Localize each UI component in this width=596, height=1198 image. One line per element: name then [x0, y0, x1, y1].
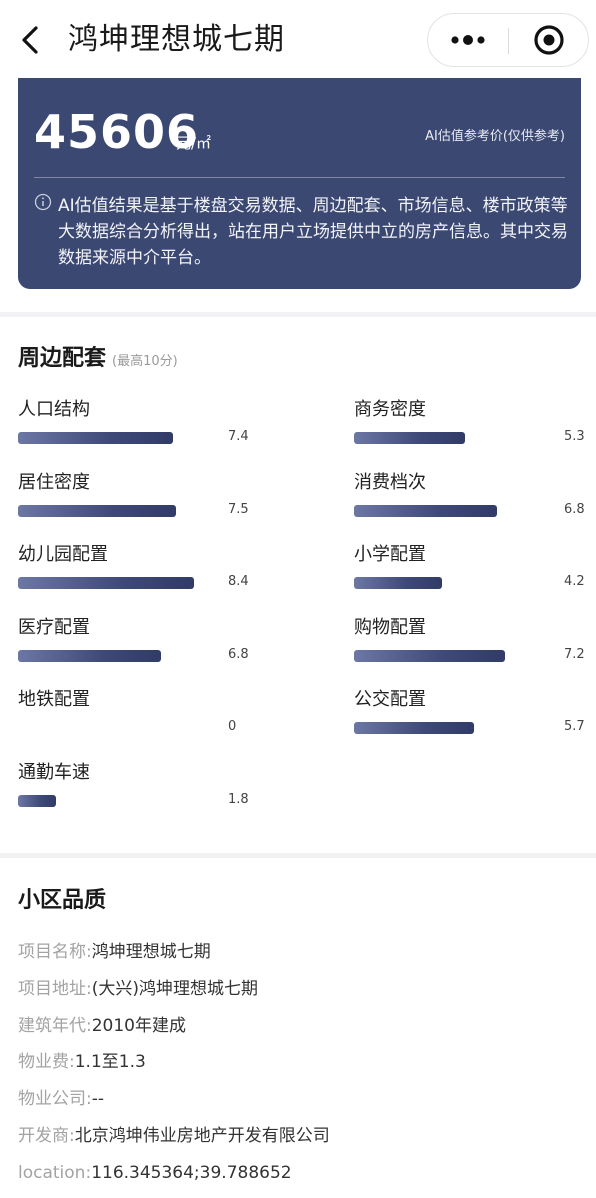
amenity-metric: 地铁配置 0 [18, 688, 258, 758]
quality-row: 建筑年代:2010年建成 [18, 1014, 186, 1038]
back-button[interactable] [14, 18, 50, 62]
close-button[interactable] [509, 14, 589, 68]
valuation-note: AI估值结果是基于楼盘交易数据、周边配套、市场信息、楼市政策等大数据综合分析得出… [58, 196, 568, 268]
amenity-metric: 购物配置 7.2 [354, 616, 594, 686]
amenity-score-value: 6.8 [564, 501, 585, 517]
amenity-label: 居住密度 [18, 471, 90, 493]
nav-bar: 鸿坤理想城七期 [0, 0, 596, 80]
price-value: 45606 [34, 105, 200, 159]
quality-value: 1.1至1.3 [74, 1052, 146, 1073]
quality-key: 建筑年代: [18, 1015, 92, 1036]
amenity-metric: 人口结构 7.4 [18, 398, 258, 468]
quality-row: 物业公司:-- [18, 1087, 104, 1111]
quality-row: 开发商:北京鸿坤伟业房地产开发有限公司 [18, 1124, 330, 1148]
chevron-left-icon [22, 26, 38, 54]
amenity-score-bar [354, 432, 465, 444]
quality-key: 开发商: [18, 1126, 75, 1146]
amenities-title: 周边配套 (最高10分) [18, 344, 178, 377]
amenity-metric: 公交配置 5.7 [354, 688, 594, 758]
quality-row: 项目地址:(大兴)鸿坤理想城七期 [18, 977, 258, 1001]
amenity-label: 公交配置 [354, 689, 426, 710]
section-separator [0, 312, 596, 317]
amenity-label: 消费档次 [354, 471, 426, 493]
amenity-metric: 小学配置 4.2 [354, 543, 594, 613]
quality-title: 小区品质 [18, 888, 107, 913]
amenity-score-value: 7.4 [228, 429, 249, 444]
amenity-score-value: 4.2 [564, 574, 585, 589]
section-separator [0, 853, 596, 858]
amenities-title-text: 周边配套 [18, 346, 107, 371]
amenity-score-bar [18, 432, 173, 444]
quality-row: 物业费:1.1至1.3 [18, 1050, 146, 1074]
quality-value: 北京鸿坤伟业房地产开发有限公司 [74, 1126, 330, 1146]
amenity-label: 地铁配置 [18, 689, 90, 710]
amenity-metric: 幼儿园配置 8.4 [18, 543, 258, 613]
amenity-score-value: 7.5 [228, 501, 249, 517]
amenity-label: 幼儿园配置 [18, 544, 108, 565]
amenity-metric: 医疗配置 6.8 [18, 616, 258, 686]
amenity-metric: 居住密度 7.5 [18, 471, 258, 541]
more-dots-icon [451, 35, 485, 45]
quality-value: 鸿坤理想城七期 [91, 942, 211, 962]
quality-value: 2010年建成 [91, 1015, 186, 1036]
amenity-score-bar [18, 577, 194, 589]
mini-program-capsule [427, 13, 589, 67]
quality-key: 项目地址: [18, 978, 92, 999]
quality-key: 项目名称: [18, 942, 92, 962]
amenity-score-value: 7.2 [564, 646, 585, 662]
amenity-label: 通勤车速 [18, 761, 90, 783]
amenity-metric: 通勤车速 1.8 [18, 761, 258, 831]
amenity-label: 小学配置 [354, 544, 426, 565]
amenity-score-bar [354, 504, 497, 517]
amenity-score-value: 8.4 [228, 574, 249, 589]
amenity-score-value: 5.7 [564, 719, 585, 734]
quality-row: 项目名称:鸿坤理想城七期 [18, 940, 211, 964]
page-title: 鸿坤理想城七期 [68, 22, 285, 57]
amenity-score-bar [354, 649, 505, 662]
card-divider [34, 177, 565, 178]
amenity-score-bar [18, 794, 56, 807]
quality-value: 116.345364;39.788652 [91, 1162, 292, 1183]
quality-value: -- [91, 1089, 105, 1110]
amenity-score-value: 0 [228, 719, 237, 734]
amenity-score-bar [354, 722, 474, 734]
amenity-score-bar [354, 577, 442, 589]
amenity-label: 人口结构 [18, 399, 90, 420]
quality-key: location: [18, 1162, 92, 1183]
amenity-label: 医疗配置 [18, 616, 90, 638]
quality-key: 物业公司: [18, 1089, 92, 1110]
amenity-score-bar [18, 649, 161, 662]
amenity-label: 购物配置 [354, 616, 426, 638]
info-icon [34, 193, 52, 211]
target-circle-icon [534, 25, 564, 55]
amenity-metric: 商务密度 5.3 [354, 398, 594, 468]
quality-row: location:116.345364;39.788652 [18, 1161, 292, 1185]
quality-value: (大兴)鸿坤理想城七期 [91, 978, 258, 999]
more-button[interactable] [428, 14, 508, 68]
amenity-score-bar [18, 504, 176, 517]
amenity-score-value: 1.8 [228, 791, 249, 807]
amenity-score-value: 6.8 [228, 646, 249, 662]
amenities-subtitle: (最高10分) [112, 354, 178, 369]
valuation-card: 45606 元/㎡ AI估值参考价(仅供参考) AI估值结果是基于楼盘交易数据、… [18, 78, 581, 289]
price-reference-label: AI估值参考价(仅供参考) [425, 129, 565, 144]
amenity-score-value: 5.3 [564, 429, 585, 444]
price-unit: 元/㎡ [176, 134, 212, 152]
amenity-label: 商务密度 [354, 399, 426, 420]
quality-key: 物业费: [18, 1052, 75, 1073]
amenity-metric: 消费档次 6.8 [354, 471, 594, 541]
